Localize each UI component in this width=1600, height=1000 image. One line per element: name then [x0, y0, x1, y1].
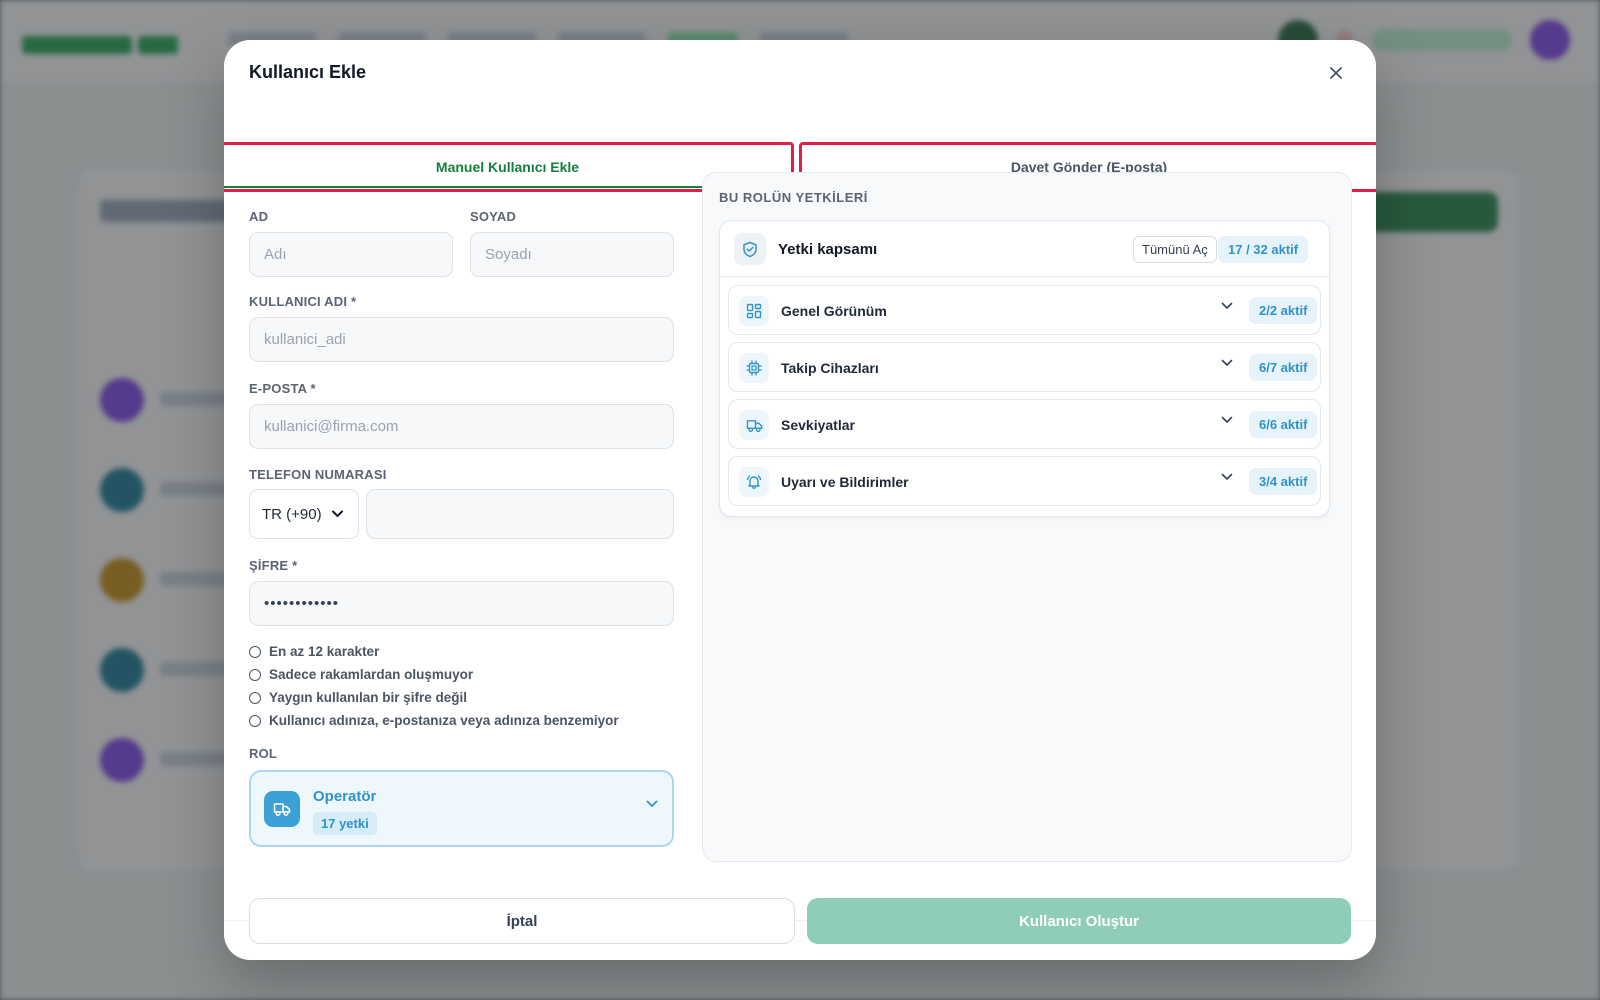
password-rule: Sadece rakamlardan oluşmuyor	[249, 663, 674, 686]
truck-icon	[264, 791, 300, 827]
permission-group-count: 2/2 aktif	[1249, 297, 1318, 324]
permission-group-count: 3/4 aktif	[1249, 468, 1318, 495]
email-label: E-POSTA *	[249, 381, 316, 396]
password-requirements: En az 12 karakter Sadece rakamlardan olu…	[249, 640, 674, 732]
permission-group-alerts[interactable]: Uyarı ve Bildirimler 3/4 aktif	[728, 456, 1321, 506]
chevron-down-icon	[646, 800, 658, 807]
password-rule: Kullanıcı adınıza, e-postanıza veya adın…	[249, 709, 674, 732]
username-input[interactable]	[249, 317, 674, 362]
permission-group-shipments[interactable]: Sevkiyatlar 6/6 aktif	[728, 399, 1321, 449]
password-rule: En az 12 karakter	[249, 640, 674, 663]
permission-scope-header: Yetki kapsamı Tümünü Aç 17 / 32 aktif	[720, 221, 1329, 277]
expand-all-button[interactable]: Tümünü Aç	[1133, 236, 1217, 263]
country-code-value: TR (+90)	[262, 505, 322, 523]
last-name-label: SOYAD	[470, 209, 517, 224]
permission-group-label: Genel Görünüm	[781, 303, 887, 319]
close-button[interactable]	[1320, 58, 1352, 90]
dashboard-grid-icon	[739, 296, 769, 326]
cancel-button[interactable]: İptal	[249, 898, 795, 944]
role-label: ROL	[249, 746, 278, 761]
password-rule: Yaygın kullanılan bir şifre değil	[249, 686, 674, 709]
permission-scope-card: Yetki kapsamı Tümünü Aç 17 / 32 aktif Ge…	[719, 220, 1330, 517]
permissions-heading: BU ROLÜN YETKİLERİ	[719, 190, 868, 205]
role-name: Operatör	[313, 788, 377, 805]
first-name-input[interactable]	[249, 232, 453, 277]
last-name-input[interactable]	[470, 232, 674, 277]
phone-label: TELEFON NUMARASI	[249, 467, 387, 482]
email-input[interactable]	[249, 404, 674, 449]
shield-check-icon	[734, 233, 766, 265]
chevron-down-icon	[1221, 416, 1233, 423]
username-label: KULLANICI ADI *	[249, 294, 357, 309]
add-user-modal: Kullanıcı Ekle Manuel Kullanıcı Ekle Dav…	[224, 40, 1376, 960]
chevron-down-icon	[1221, 302, 1233, 309]
permission-scope-title: Yetki kapsamı	[778, 241, 878, 258]
truck-icon	[739, 410, 769, 440]
phone-input[interactable]	[366, 489, 674, 539]
country-code-select[interactable]: TR (+90)	[249, 489, 359, 539]
unchecked-circle-icon	[249, 668, 261, 681]
permission-group-count: 6/7 aktif	[1249, 354, 1318, 381]
chevron-down-icon	[1221, 359, 1233, 366]
permission-group-devices[interactable]: Takip Cihazları 6/7 aktif	[728, 342, 1321, 392]
permission-group-label: Sevkiyatlar	[781, 417, 855, 433]
chip-icon	[739, 353, 769, 383]
bell-icon	[739, 467, 769, 497]
role-permission-count: 17 yetki	[313, 812, 377, 835]
unchecked-circle-icon	[249, 691, 261, 704]
role-select[interactable]: Operatör 17 yetki	[249, 770, 674, 847]
total-permission-count: 17 / 32 aktif	[1218, 236, 1309, 263]
chevron-down-icon	[331, 510, 343, 517]
permission-group-label: Takip Cihazları	[781, 360, 879, 376]
chevron-down-icon	[1221, 473, 1233, 480]
permission-group-label: Uyarı ve Bildirimler	[781, 474, 909, 490]
close-icon	[1330, 67, 1342, 79]
unchecked-circle-icon	[249, 645, 261, 658]
role-permissions-panel: BU ROLÜN YETKİLERİ Yetki kapsamı Tümünü …	[702, 172, 1352, 862]
modal-header: Kullanıcı Ekle	[224, 40, 1376, 104]
create-user-button[interactable]: Kullanıcı Oluştur	[807, 898, 1351, 944]
permission-group-general[interactable]: Genel Görünüm 2/2 aktif	[728, 285, 1321, 335]
modal-title: Kullanıcı Ekle	[249, 62, 367, 82]
password-input[interactable]	[249, 581, 674, 626]
first-name-label: AD	[249, 209, 269, 224]
permission-group-count: 6/6 aktif	[1249, 411, 1318, 438]
password-label: ŞİFRE *	[249, 558, 298, 573]
unchecked-circle-icon	[249, 714, 261, 727]
